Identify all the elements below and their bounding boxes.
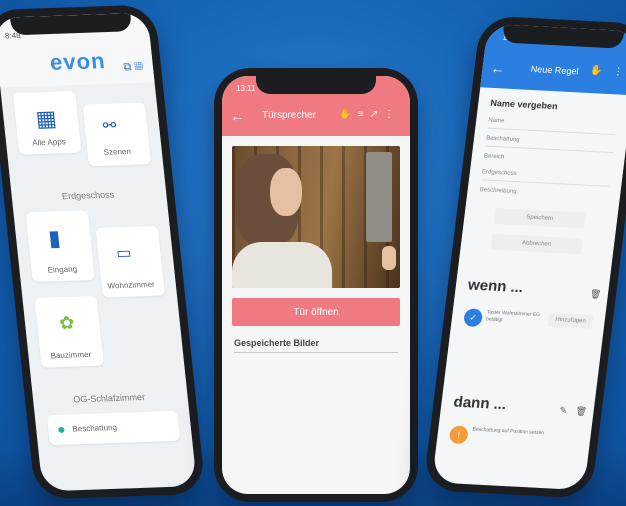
room-item-label: Beschattung [71, 422, 118, 434]
tile-label: Bauzimmer [50, 349, 92, 361]
status-dot [58, 426, 65, 433]
add-button[interactable]: Hinzufügen [547, 312, 594, 329]
status-time: 13:11 [236, 84, 256, 93]
page-title: Neue Regel [530, 63, 580, 77]
open-door-button[interactable]: Tür öffnen [232, 298, 400, 326]
edit-icon[interactable]: ✎ [559, 405, 568, 416]
name-heading: Name vergeben [489, 97, 559, 112]
doorbell-screen: 13:11 ← Türsprecher ✋≡↗⋮ Tür öffnen Gesp… [222, 76, 410, 494]
person-coat [232, 242, 332, 288]
page-title: Türsprecher [262, 110, 316, 121]
phone-left: 8:48 evon ⧉ ▦ ▦ Alle Apps ⚯ Szenen Erdge… [0, 4, 206, 500]
person-face [270, 168, 302, 216]
sofa-icon: ▭ [115, 244, 133, 263]
rule-editor-screen: 13:11 ← Neue Regel ✋ ⋮ Name vergeben Nam… [431, 23, 626, 491]
divider [480, 179, 610, 187]
dann-label: dann ... [452, 393, 508, 414]
tile-entrance[interactable]: ▮ Eingang [25, 210, 95, 283]
trash-icon[interactable]: 🗑 [589, 289, 602, 301]
grid-icon: ▦ [34, 105, 58, 132]
phone-notch [256, 76, 376, 94]
form-row[interactable]: Erdgeschoss [482, 169, 517, 177]
divider [485, 145, 614, 154]
wenn-label: wenn ... [467, 276, 525, 297]
tile-scenes[interactable]: ⚯ Szenen [82, 102, 152, 167]
section-label: OG-Schlafzimmer [72, 392, 146, 405]
intercom-panel [366, 152, 392, 242]
room-item[interactable]: Beschattung [46, 410, 181, 446]
scene-icon: ⚯ [102, 117, 118, 135]
phone-right: 13:11 ← Neue Regel ✋ ⋮ Name vergeben Nam… [422, 15, 626, 499]
door-icon: ▮ [46, 225, 62, 251]
divider [487, 127, 616, 136]
person-hand [382, 246, 396, 270]
header-icons[interactable]: ⧉ ▦ [123, 61, 144, 75]
condition-text: Taster Wohnzimmer EG betätigt [485, 309, 541, 324]
camera-video [232, 146, 400, 288]
trash-icon[interactable]: 🗑 [575, 406, 588, 418]
plant-icon: ✿ [58, 312, 76, 334]
back-arrow-icon[interactable]: ← [230, 108, 244, 124]
tile-label: Alle Apps [31, 137, 67, 148]
header-action-icons[interactable]: ✋≡↗⋮ [339, 109, 400, 120]
back-arrow-icon[interactable]: ← [490, 60, 506, 77]
save-button[interactable]: Speichern [493, 207, 586, 229]
divider [234, 352, 398, 353]
form-row: Bereich [483, 153, 505, 161]
condition-icon: ✓ [463, 308, 484, 328]
tile-room[interactable]: ✿ Bauzimmer [34, 295, 104, 368]
action-icon: ! [448, 425, 469, 445]
evon-logo: evon [48, 48, 107, 75]
phone-middle: 13:11 ← Türsprecher ✋≡↗⋮ Tür öffnen Gesp… [214, 68, 418, 502]
form-row: Name [487, 117, 505, 125]
tile-label: Eingang [47, 264, 78, 275]
tile-all-apps[interactable]: ▦ Alle Apps [12, 90, 82, 155]
tile-label: Wohnzimmer [107, 279, 156, 291]
form-row[interactable]: Beschattung [486, 136, 520, 144]
header-action-icons[interactable]: ✋ ⋮ [589, 65, 626, 78]
cancel-button[interactable]: Abbrechen [490, 233, 583, 255]
action-text: Beschattung auf Position setzen [472, 426, 545, 437]
evon-home-screen: 8:48 evon ⧉ ▦ ▦ Alle Apps ⚯ Szenen Erdge… [0, 12, 198, 492]
tile-living-room[interactable]: ▭ Wohnzimmer [95, 225, 165, 298]
form-row: Beschreibung [479, 187, 517, 196]
tile-label: Szenen [103, 146, 132, 157]
section-label: Erdgeschoss [61, 189, 115, 202]
saved-images-label: Gespeicherte Bilder [234, 338, 320, 348]
